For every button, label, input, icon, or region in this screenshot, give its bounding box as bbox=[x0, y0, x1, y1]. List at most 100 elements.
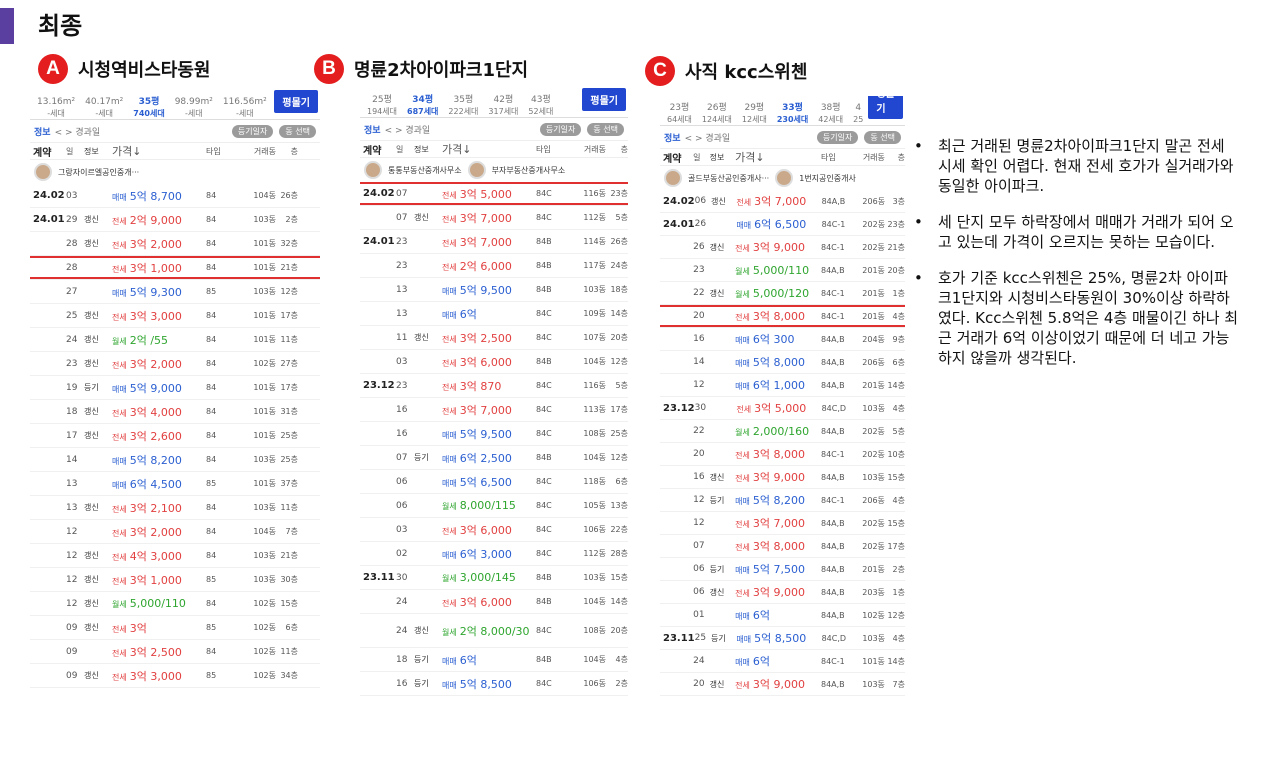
size-tab[interactable]: 26평 124세대 bbox=[697, 103, 737, 125]
filter-tag-date[interactable]: 등기일자 bbox=[539, 122, 582, 136]
filter-tag-building[interactable]: 동 선택 bbox=[587, 122, 624, 136]
transaction-row[interactable]: 24 갱신 월세 2억 /55 84 101동 11층 bbox=[30, 328, 320, 352]
area-toggle-button[interactable]: 평몰기 bbox=[582, 88, 626, 111]
size-tab[interactable]: 98.99m² -세대 bbox=[170, 97, 218, 119]
transaction-row[interactable]: 24.01 26 매매 6억 6,500 84C-1 202동 23층 bbox=[660, 213, 905, 236]
transaction-row[interactable]: 16 전세 3억 7,000 84C 113동 17층 bbox=[360, 398, 628, 422]
transaction-row[interactable]: 07 전세 3억 8,000 84A,B 202동 17층 bbox=[660, 535, 905, 558]
size-tab[interactable]: 42평 317세대 bbox=[483, 95, 523, 117]
transaction-row[interactable]: 12 매매 6억 1,000 84A,B 201동 14층 bbox=[660, 374, 905, 397]
transaction-row[interactable]: 23.12 30 전세 3억 5,000 84C,D 103동 4층 bbox=[660, 397, 905, 420]
transaction-row[interactable]: 23.11 25 등기 매매 5억 8,500 84C,D 103동 4층 bbox=[660, 627, 905, 650]
transaction-row[interactable]: 12 전세 3억 7,000 84A,B 202동 15층 bbox=[660, 512, 905, 535]
size-tab[interactable]: 13.16m² -세대 bbox=[32, 97, 80, 119]
size-tab[interactable]: 116.56m² -세대 bbox=[218, 97, 272, 119]
transaction-row[interactable]: 09 갱신 전세 3억 85 102동 6층 bbox=[30, 616, 320, 640]
transaction-row[interactable]: 26 갱신 전세 3억 9,000 84C-1 202동 21층 bbox=[660, 236, 905, 259]
transaction-row[interactable]: 22 월세 2,000/160 84A,B 202동 5층 bbox=[660, 420, 905, 443]
transaction-row[interactable]: 24.01 23 전세 3억 7,000 84B 114동 26층 bbox=[360, 230, 628, 254]
size-tab[interactable]: 43평 52세대 bbox=[523, 95, 558, 117]
filter-tag-date[interactable]: 등기일자 bbox=[816, 130, 859, 144]
transaction-row[interactable]: 28 전세 3억 1,000 84 101동 21층 bbox=[30, 256, 320, 280]
size-tab[interactable]: 25평 194세대 bbox=[362, 95, 402, 117]
transaction-row[interactable]: 07 갱신 전세 3억 7,000 84C 112동 5층 bbox=[360, 206, 628, 230]
transaction-row[interactable]: 16 매매 5억 9,500 84C 108동 25층 bbox=[360, 422, 628, 446]
transaction-row[interactable]: 16 갱신 전세 3억 9,000 84A,B 103동 15층 bbox=[660, 466, 905, 489]
transaction-row[interactable]: 13 매매 6억 84C 109동 14층 bbox=[360, 302, 628, 326]
transaction-row[interactable]: 23 갱신 전세 3억 2,000 84 102동 27층 bbox=[30, 352, 320, 376]
transaction-row[interactable]: 23 월세 5,000/110 84A,B 201동 20층 bbox=[660, 259, 905, 282]
sort-nav[interactable]: < > 경과일 bbox=[685, 131, 731, 144]
filter-tag-building[interactable]: 동 선택 bbox=[279, 124, 316, 138]
transaction-row[interactable]: 25 갱신 전세 3억 3,000 84 101동 17층 bbox=[30, 304, 320, 328]
size-tab[interactable]: 29평 12세대 bbox=[737, 103, 772, 125]
transaction-row[interactable]: 12 등기 매매 5억 8,200 84C-1 206동 4층 bbox=[660, 489, 905, 512]
transaction-row[interactable]: 24 전세 3억 6,000 84B 104동 14층 bbox=[360, 590, 628, 614]
transaction-row[interactable]: 23.11 30 월세 3,000/145 84B 103동 15층 bbox=[360, 566, 628, 590]
transaction-row[interactable]: 02 매매 6억 3,000 84C 112동 28층 bbox=[360, 542, 628, 566]
transaction-row[interactable]: 16 매매 6억 300 84A,B 204동 9층 bbox=[660, 328, 905, 351]
floor: 13층 bbox=[610, 501, 628, 510]
size-tab[interactable]: 4 25 bbox=[848, 103, 868, 125]
transaction-row[interactable]: 06 월세 8,000/115 84C 105동 13층 bbox=[360, 494, 628, 518]
transaction-row[interactable]: 24.01 29 갱신 전세 2억 9,000 84 103동 2층 bbox=[30, 208, 320, 232]
area-toggle-button[interactable]: 평몰기 bbox=[274, 90, 318, 113]
transaction-row[interactable]: 09 전세 3억 2,500 84 102동 11층 bbox=[30, 640, 320, 664]
transaction-row[interactable]: 20 전세 3억 8,000 84C-1 202동 10층 bbox=[660, 443, 905, 466]
transaction-row[interactable]: 23.12 23 전세 3억 870 84C 116동 5층 bbox=[360, 374, 628, 398]
unit-type: 84A,B bbox=[820, 380, 845, 390]
size-tab[interactable]: 38평 42세대 bbox=[813, 103, 848, 125]
transaction-row[interactable]: 14 매매 5억 8,200 84 103동 25층 bbox=[30, 448, 320, 472]
transaction-row[interactable]: 23 전세 2억 6,000 84B 117동 24층 bbox=[360, 254, 628, 278]
transaction-row[interactable]: 03 전세 3억 6,000 84B 104동 12층 bbox=[360, 350, 628, 374]
transaction-row[interactable]: 22 갱신 월세 5,000/120 84C-1 201동 1층 bbox=[660, 282, 905, 305]
transaction-row[interactable]: 06 등기 매매 5억 7,500 84A,B 201동 2층 bbox=[660, 558, 905, 581]
transaction-row[interactable]: 16 등기 매매 5억 8,500 84C 106동 2층 bbox=[360, 672, 628, 696]
transaction-row[interactable]: 12 갱신 전세 4억 3,000 84 103동 21층 bbox=[30, 544, 320, 568]
filter-tag-building[interactable]: 동 선택 bbox=[864, 130, 901, 144]
size-tab[interactable]: 35평 222세대 bbox=[443, 95, 483, 117]
transaction-row[interactable]: 18 갱신 전세 3억 4,000 84 101동 31층 bbox=[30, 400, 320, 424]
sort-nav[interactable]: < > 경과일 bbox=[385, 123, 431, 136]
transaction-row[interactable]: 17 갱신 전세 3억 2,600 84 101동 25층 bbox=[30, 424, 320, 448]
transaction-row[interactable]: 20 전세 3억 8,000 84C-1 201동 4층 bbox=[660, 305, 905, 328]
size-tab[interactable]: 35평 740세대 bbox=[128, 97, 169, 119]
transaction-row[interactable]: 20 갱신 전세 3억 9,000 84A,B 103동 7층 bbox=[660, 673, 905, 696]
area-toggle-button[interactable]: 평몰기 bbox=[868, 96, 903, 119]
info-link[interactable]: 정보 bbox=[364, 123, 381, 136]
transaction-row[interactable]: 12 전세 3억 2,000 84 104동 7층 bbox=[30, 520, 320, 544]
transaction-row[interactable]: 01 매매 6억 84A,B 102동 12층 bbox=[660, 604, 905, 627]
size-tab[interactable]: 40.17m² -세대 bbox=[80, 97, 128, 119]
size-tab[interactable]: 34평 687세대 bbox=[402, 95, 443, 117]
transaction-row[interactable]: 13 매매 5억 9,500 84B 103동 18층 bbox=[360, 278, 628, 302]
transaction-row[interactable]: 09 갱신 전세 3억 3,000 85 102동 34층 bbox=[30, 664, 320, 688]
transaction-row[interactable]: 24.02 06 갱신 전세 3억 7,000 84A,B 206동 3층 bbox=[660, 190, 905, 213]
unit-type: 84A,B bbox=[820, 334, 845, 344]
transaction-row[interactable]: 13 매매 6억 4,500 85 101동 37층 bbox=[30, 472, 320, 496]
transaction-row[interactable]: 24 갱신 월세 2억 8,000/30 84C 108동 20층 bbox=[360, 614, 628, 648]
sort-nav[interactable]: < > 경과일 bbox=[55, 125, 101, 138]
transaction-row[interactable]: 12 갱신 전세 3억 1,000 85 103동 30층 bbox=[30, 568, 320, 592]
info-link[interactable]: 정보 bbox=[34, 125, 51, 138]
transaction-row[interactable]: 27 매매 5억 9,300 85 103동 12층 bbox=[30, 280, 320, 304]
transaction-row[interactable]: 11 갱신 전세 3억 2,500 84C 107동 20층 bbox=[360, 326, 628, 350]
transaction-row[interactable]: 03 전세 3억 6,000 84C 106동 22층 bbox=[360, 518, 628, 542]
size-tab[interactable]: 23평 64세대 bbox=[662, 103, 697, 125]
transaction-row[interactable]: 06 갱신 전세 3억 9,000 84A,B 203동 1층 bbox=[660, 581, 905, 604]
transaction-row[interactable]: 24.02 03 매매 5억 8,700 84 104동 26층 bbox=[30, 184, 320, 208]
transaction-row[interactable]: 14 매매 5억 8,000 84A,B 206동 6층 bbox=[660, 351, 905, 374]
transaction-row[interactable]: 12 갱신 월세 5,000/110 84 102동 15층 bbox=[30, 592, 320, 616]
transaction-row[interactable]: 24.02 07 전세 3억 5,000 84C 116동 23층 bbox=[360, 182, 628, 206]
transaction-row[interactable]: 28 갱신 전세 3억 2,000 84 101동 32층 bbox=[30, 232, 320, 256]
price: 전세 3억 6,000 bbox=[442, 594, 536, 610]
transaction-row[interactable]: 18 등기 매매 6억 84B 104동 4층 bbox=[360, 648, 628, 672]
transaction-row[interactable]: 06 매매 5억 6,500 84C 118동 6층 bbox=[360, 470, 628, 494]
transaction-row[interactable]: 24 매매 6억 84C-1 101동 14층 bbox=[660, 650, 905, 673]
transaction-row[interactable]: 07 등기 매매 6억 2,500 84B 104동 12층 bbox=[360, 446, 628, 470]
transaction-row[interactable]: 19 등기 매매 5억 9,000 84 101동 17층 bbox=[30, 376, 320, 400]
transaction-row[interactable]: 13 갱신 전세 3억 2,100 84 103동 11층 bbox=[30, 496, 320, 520]
info-link[interactable]: 정보 bbox=[664, 131, 681, 144]
unit-type: 84C-1 bbox=[820, 495, 845, 505]
size-tab[interactable]: 33평 230세대 bbox=[772, 103, 813, 125]
filter-tag-date[interactable]: 등기일자 bbox=[231, 124, 274, 138]
